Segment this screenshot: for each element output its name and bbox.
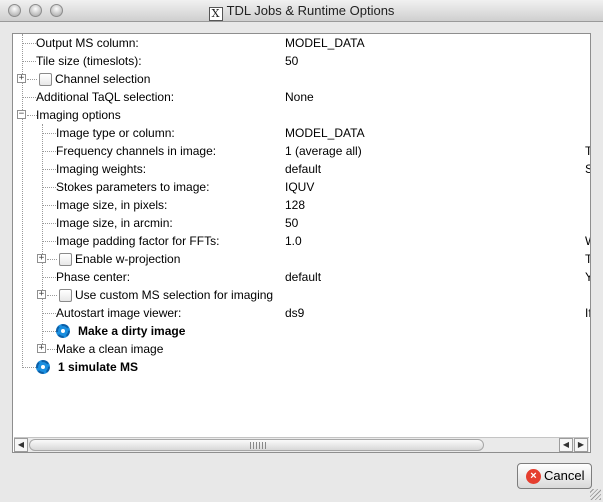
row-extra: S	[585, 160, 590, 178]
row-value[interactable]: MODEL_DATA	[285, 34, 365, 52]
row-label: Image type or column:	[56, 126, 175, 140]
row-label: Tile size (timeslots):	[36, 54, 142, 68]
tree-row-padding-factor[interactable]: Image padding factor for FFTs: 1.0 W	[13, 232, 590, 250]
collapse-icon[interactable]: −	[17, 110, 26, 119]
row-value[interactable]: 50	[285, 52, 298, 70]
scroll-left-icon[interactable]: ◀	[559, 438, 573, 452]
resize-grip-icon[interactable]	[590, 489, 601, 500]
row-label: Image size, in pixels:	[56, 198, 168, 212]
w-projection-checkbox[interactable]	[59, 253, 72, 266]
tree-row-frequency-channels[interactable]: Frequency channels in image: 1 (average …	[13, 142, 590, 160]
row-label: Image size, in arcmin:	[56, 216, 173, 230]
expand-icon[interactable]: +	[37, 290, 46, 299]
cancel-label: Cancel	[544, 468, 585, 483]
tree-row-imaging-options[interactable]: − Imaging options	[13, 106, 590, 124]
row-label[interactable]: Make a dirty image	[78, 322, 185, 340]
custom-ms-selection-checkbox[interactable]	[59, 289, 72, 302]
row-value[interactable]: None	[285, 88, 314, 106]
tree-row-channel-selection[interactable]: + Channel selection	[13, 70, 590, 88]
row-value[interactable]: ds9	[285, 304, 304, 322]
tree-row-custom-ms-selection[interactable]: + Use custom MS selection for imaging	[13, 286, 590, 304]
scroll-left-icon[interactable]: ◀	[14, 438, 28, 452]
row-label[interactable]: 1 simulate MS	[58, 358, 138, 376]
row-extra: If	[585, 306, 590, 320]
tree-row-additional-taql[interactable]: Additional TaQL selection: None	[13, 88, 590, 106]
options-tree[interactable]: Output MS column: MODEL_DATA Tile size (…	[12, 33, 591, 453]
tree-row-output-ms-column[interactable]: Output MS column: MODEL_DATA	[13, 34, 590, 52]
row-label: Stokes parameters to image:	[56, 180, 210, 194]
x11-app-icon: X	[208, 7, 223, 21]
scrollbar-thumb[interactable]	[29, 439, 484, 451]
row-value[interactable]: IQUV	[285, 178, 314, 196]
expand-icon[interactable]: +	[37, 254, 46, 263]
row-label: Frequency channels in image:	[56, 144, 217, 158]
row-label: Phase center:	[56, 270, 131, 284]
row-label: Enable w-projection	[75, 252, 181, 266]
row-value[interactable]: 50	[285, 214, 298, 232]
row-value[interactable]: default	[285, 160, 321, 178]
tree-row-imaging-weights[interactable]: Imaging weights: default S	[13, 160, 590, 178]
window-title-text: TDL Jobs & Runtime Options	[226, 3, 395, 18]
row-label: Autostart image viewer:	[56, 306, 182, 320]
grip-icon	[250, 442, 266, 449]
tree-row-simulate-ms[interactable]: 1 simulate MS	[13, 358, 590, 376]
tree-row-image-size-arcmin[interactable]: Image size, in arcmin: 50	[13, 214, 590, 232]
tree-row-phase-center[interactable]: Phase center: default Y	[13, 268, 590, 286]
row-extra: W	[585, 232, 590, 250]
title-bar: X TDL Jobs & Runtime Options	[0, 0, 603, 22]
row-extra: T	[585, 142, 590, 160]
horizontal-scrollbar[interactable]: ◀ ◀ ▶	[14, 437, 589, 452]
channel-selection-checkbox[interactable]	[39, 73, 52, 86]
tree-row-make-dirty-image[interactable]: Make a dirty image	[13, 322, 590, 340]
expand-icon[interactable]: +	[37, 344, 46, 353]
expand-icon[interactable]: +	[17, 74, 26, 83]
tree-row-stokes-parameters[interactable]: Stokes parameters to image: IQUV	[13, 178, 590, 196]
cancel-button[interactable]: × Cancel	[517, 463, 592, 489]
row-value[interactable]: default	[285, 268, 321, 286]
row-label: Output MS column:	[36, 36, 139, 50]
row-label: Make a clean image	[56, 342, 164, 356]
row-label: Additional TaQL selection:	[36, 90, 175, 104]
tree-row-w-projection[interactable]: + Enable w-projection T	[13, 250, 590, 268]
gear-job-icon[interactable]	[36, 360, 50, 374]
row-extra: T	[585, 250, 590, 268]
row-label: Image padding factor for FFTs:	[56, 234, 220, 248]
tree-row-make-clean-image[interactable]: + Make a clean image	[13, 340, 590, 358]
tree-row-image-type[interactable]: Image type or column: MODEL_DATA	[13, 124, 590, 142]
row-label: Use custom MS selection for imaging	[75, 288, 274, 302]
row-extra: Y	[585, 268, 590, 286]
tree-row-image-size-pixels[interactable]: Image size, in pixels: 128	[13, 196, 590, 214]
row-label: Channel selection	[55, 72, 151, 86]
tree-row-autostart-viewer[interactable]: Autostart image viewer: ds9 If	[13, 304, 590, 322]
row-label: Imaging weights:	[56, 162, 147, 176]
row-value[interactable]: MODEL_DATA	[285, 124, 365, 142]
row-value[interactable]: 1.0	[285, 232, 302, 250]
row-label: Imaging options	[36, 108, 121, 122]
tree-row-tile-size[interactable]: Tile size (timeslots): 50	[13, 52, 590, 70]
window-title: X TDL Jobs & Runtime Options	[0, 3, 603, 21]
cancel-icon: ×	[526, 469, 541, 484]
row-value[interactable]: 1 (average all)	[285, 142, 362, 160]
row-value[interactable]: 128	[285, 196, 305, 214]
scroll-right-icon[interactable]: ▶	[574, 438, 588, 452]
gear-job-icon[interactable]	[56, 324, 70, 338]
